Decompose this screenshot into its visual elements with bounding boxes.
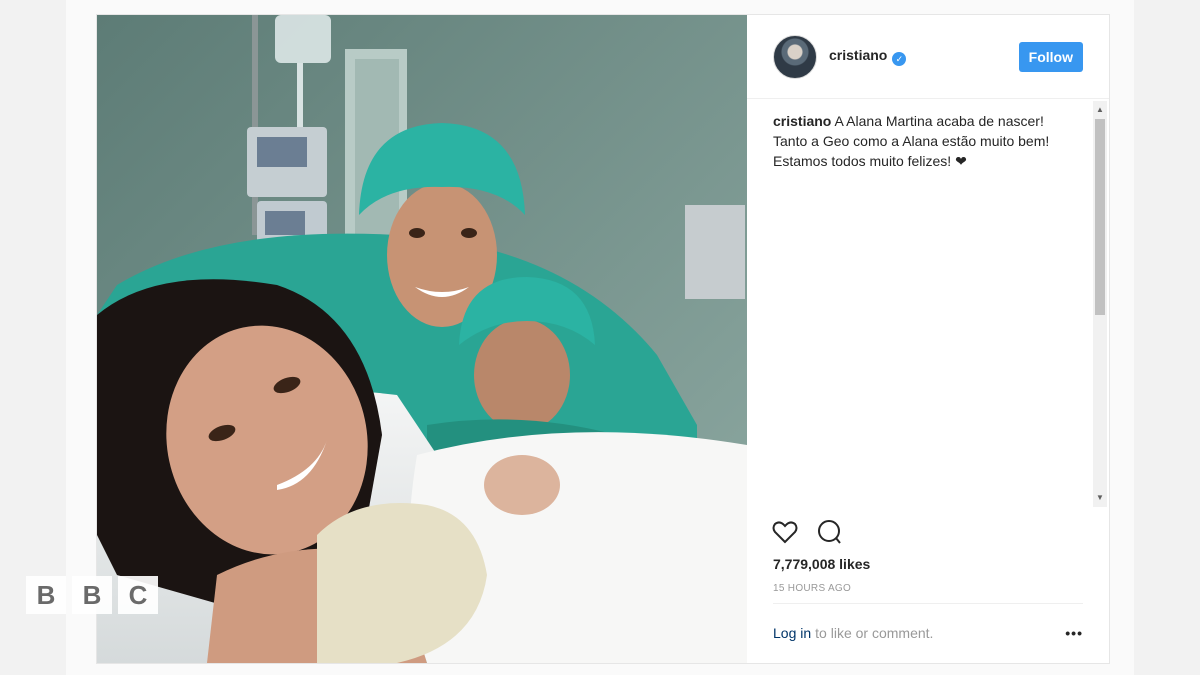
bbc-logo: B B C — [26, 576, 158, 614]
scroll-down-arrow-icon[interactable]: ▼ — [1093, 491, 1107, 505]
username-text[interactable]: cristiano — [829, 47, 887, 63]
post-actions — [771, 518, 843, 546]
avatar[interactable] — [773, 34, 817, 79]
hospital-selfie-image — [97, 15, 747, 663]
username-link[interactable]: cristiano ✓ — [829, 47, 907, 66]
caption-username[interactable]: cristiano — [773, 113, 831, 129]
post-timestamp[interactable]: 15 HOURS AGO — [773, 583, 851, 594]
follow-button[interactable]: Follow — [1018, 41, 1083, 72]
scroll-thumb[interactable] — [1095, 119, 1105, 315]
likes-count[interactable]: 7,779,008 likes — [773, 556, 870, 572]
post-sidebar: cristiano ✓ Follow cristiano A Alana Mart… — [747, 15, 1109, 663]
bbc-letter-c: C — [118, 576, 158, 614]
post-footer: Log in to like or comment. ••• — [773, 603, 1083, 661]
post-photo[interactable] — [97, 15, 747, 663]
heart-icon[interactable] — [771, 518, 799, 546]
more-options-icon[interactable]: ••• — [1065, 625, 1083, 641]
comments-scrollbar[interactable]: ▲ ▼ — [1093, 101, 1107, 507]
login-suffix: to like or comment. — [815, 624, 934, 641]
scroll-up-arrow-icon[interactable]: ▲ — [1093, 103, 1107, 117]
bbc-letter-b2: B — [72, 576, 112, 614]
bbc-letter-b1: B — [26, 576, 66, 614]
instagram-post: cristiano ✓ Follow cristiano A Alana Mart… — [96, 14, 1110, 664]
caption: cristiano A Alana Martina acaba de nasce… — [773, 111, 1079, 503]
login-link[interactable]: Log in — [773, 625, 811, 641]
post-header: cristiano ✓ Follow — [747, 15, 1109, 99]
verified-badge-icon: ✓ — [892, 52, 907, 66]
comment-icon[interactable] — [815, 518, 843, 546]
